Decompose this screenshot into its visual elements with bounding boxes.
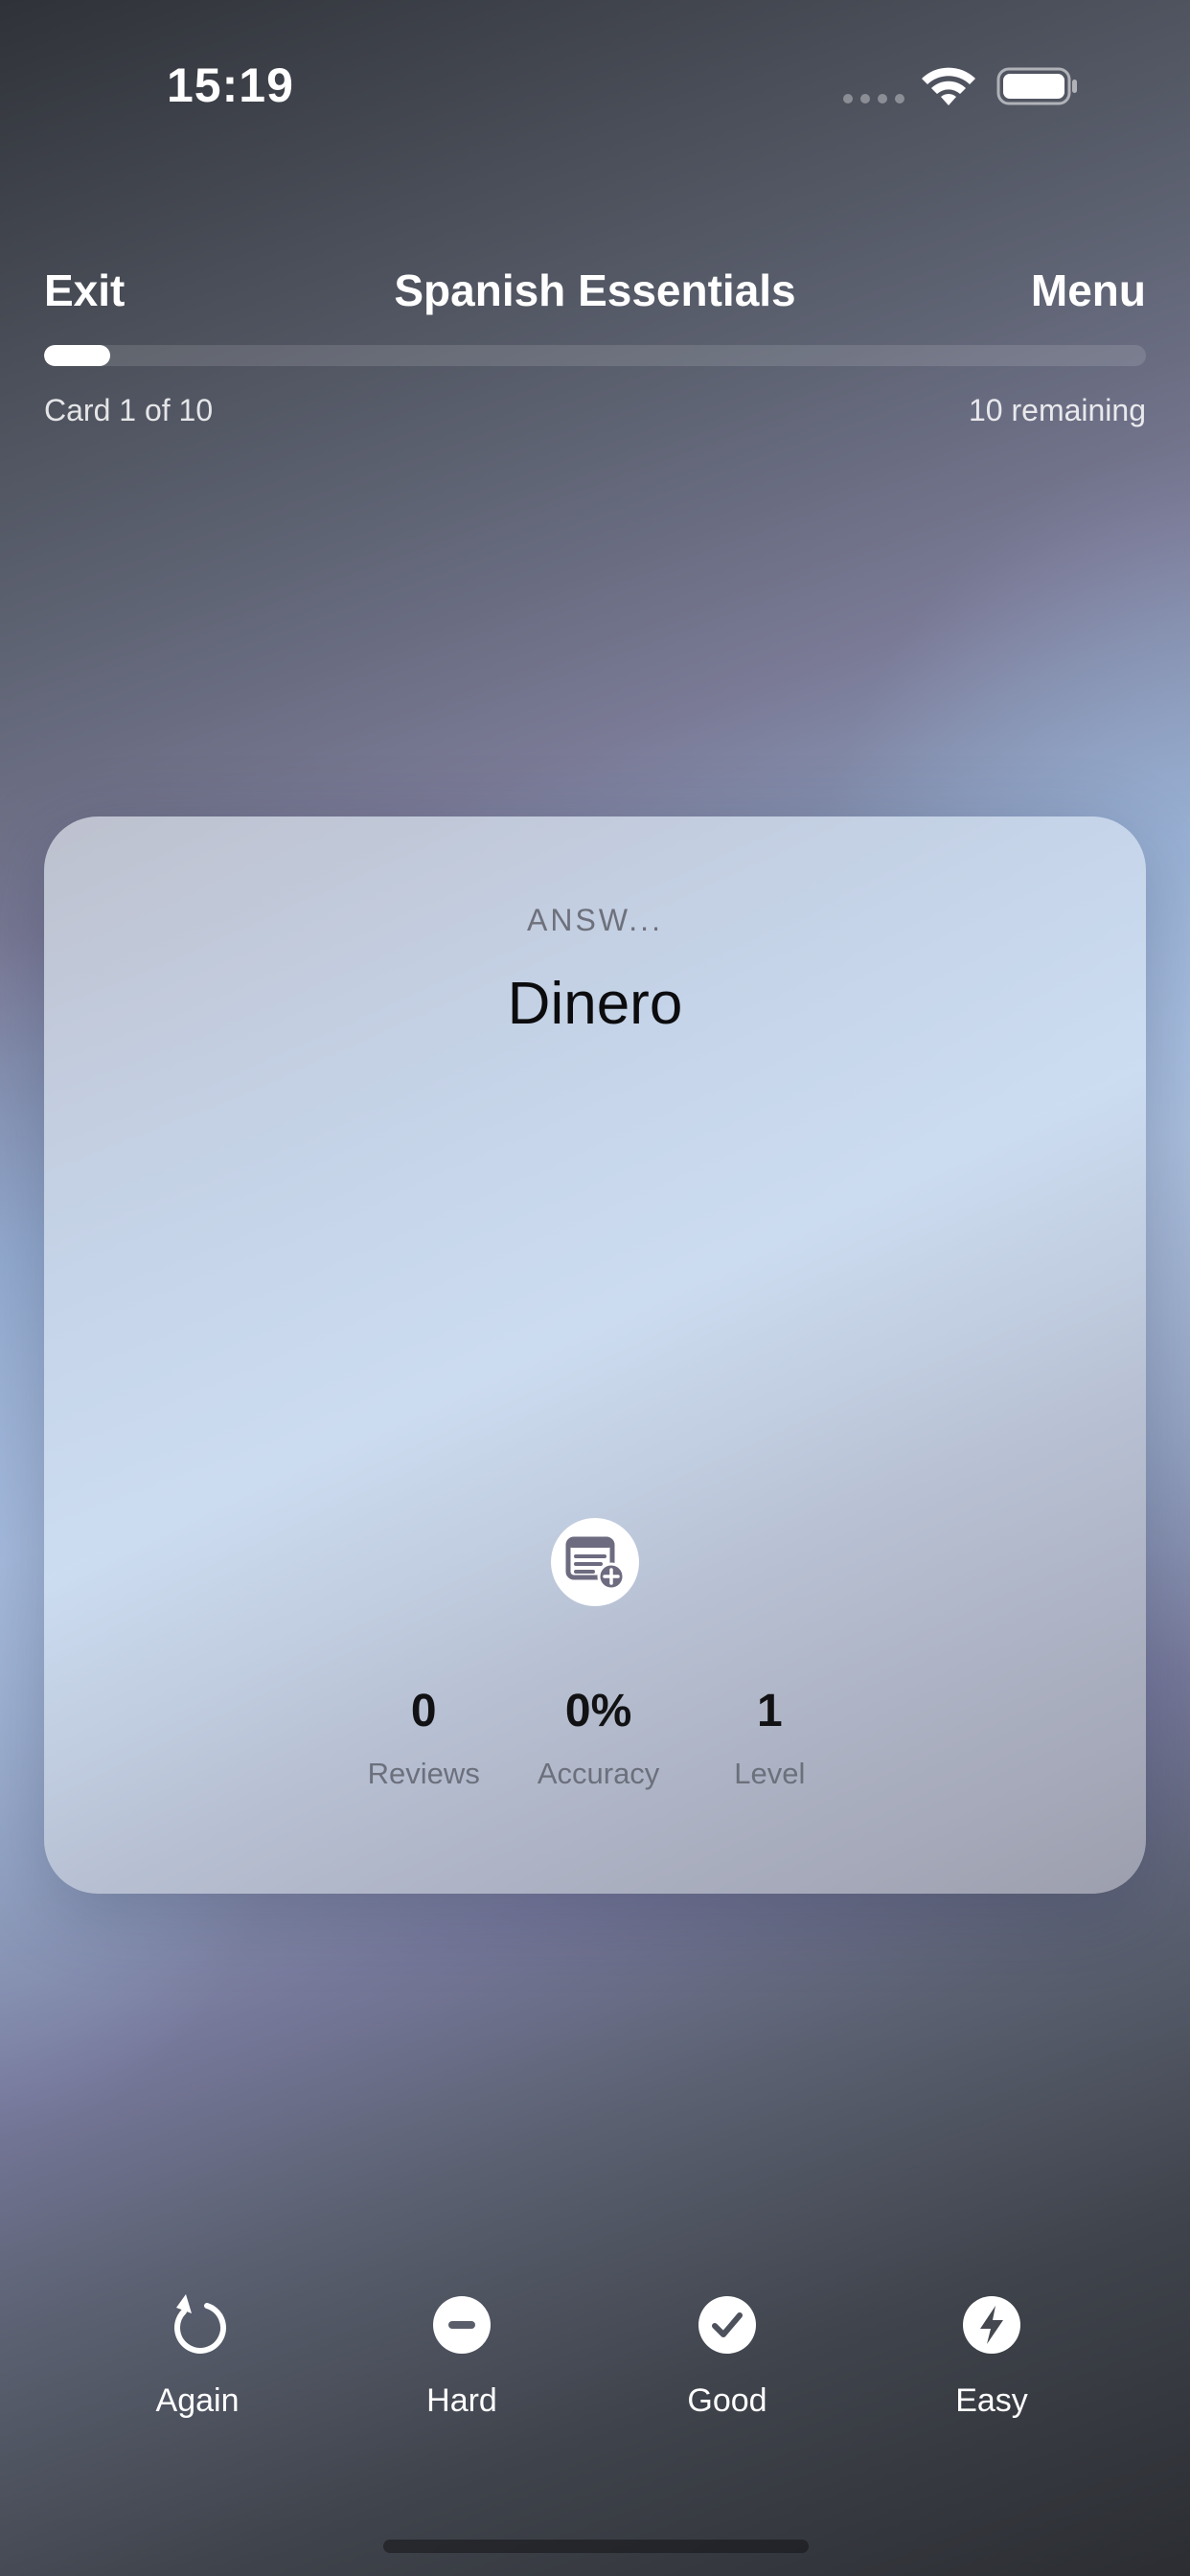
- check-circle-icon: [698, 2296, 756, 2354]
- good-button[interactable]: Good: [631, 2290, 823, 2420]
- flashcard-screen: 15:19 Exit Spanish Essentials Menu Card …: [0, 0, 1190, 2576]
- home-indicator: [383, 2540, 809, 2553]
- card-answer-word: Dinero: [507, 971, 683, 1037]
- cellular-signal-icon: [843, 94, 904, 104]
- wifi-icon: [922, 67, 975, 105]
- minus-circle-icon: [433, 2296, 491, 2354]
- again-button[interactable]: Again: [102, 2290, 293, 2420]
- deck-title: Spanish Essentials: [394, 265, 796, 315]
- progress-fill: [44, 345, 110, 366]
- easy-button[interactable]: Easy: [896, 2290, 1087, 2420]
- progress-bar: [44, 345, 1146, 366]
- rating-actions: Again Hard Good Easy: [0, 2290, 1190, 2434]
- stat-reviews: 0 Reviews: [368, 1685, 480, 1791]
- card-counter: Card 1 of 10: [44, 393, 214, 427]
- stat-level: 1 Level: [717, 1685, 822, 1791]
- battery-icon: [996, 67, 1077, 105]
- stat-value: 1: [756, 1686, 783, 1736]
- stat-label: Reviews: [367, 1757, 480, 1790]
- stat-label: Level: [734, 1757, 806, 1790]
- again-label: Again: [155, 2382, 240, 2419]
- bolt-circle-icon: [963, 2296, 1020, 2354]
- menu-button[interactable]: Menu: [1031, 264, 1146, 316]
- note-add-icon: [565, 1536, 626, 1591]
- flashcard[interactable]: ANSW... Dinero 0 Reviews 0% Accuracy 1 L…: [44, 816, 1146, 1894]
- stat-value: 0%: [564, 1686, 632, 1736]
- rotate-ccw-icon: [174, 2294, 226, 2354]
- card-stats: 0 Reviews 0% Accuracy 1 Level: [44, 1685, 1146, 1791]
- stat-label: Accuracy: [537, 1757, 660, 1790]
- good-label: Good: [687, 2382, 767, 2419]
- stat-value: 0: [410, 1686, 437, 1736]
- stat-accuracy: 0% Accuracy: [538, 1685, 659, 1791]
- remaining-count: 10 remaining: [969, 393, 1146, 427]
- exit-button[interactable]: Exit: [44, 264, 125, 316]
- hard-label: Hard: [426, 2382, 497, 2419]
- card-side-label: ANSW...: [527, 903, 663, 937]
- add-note-button[interactable]: [551, 1518, 639, 1606]
- easy-label: Easy: [955, 2382, 1028, 2419]
- status-time: 15:19: [167, 58, 294, 112]
- hard-button[interactable]: Hard: [366, 2290, 558, 2420]
